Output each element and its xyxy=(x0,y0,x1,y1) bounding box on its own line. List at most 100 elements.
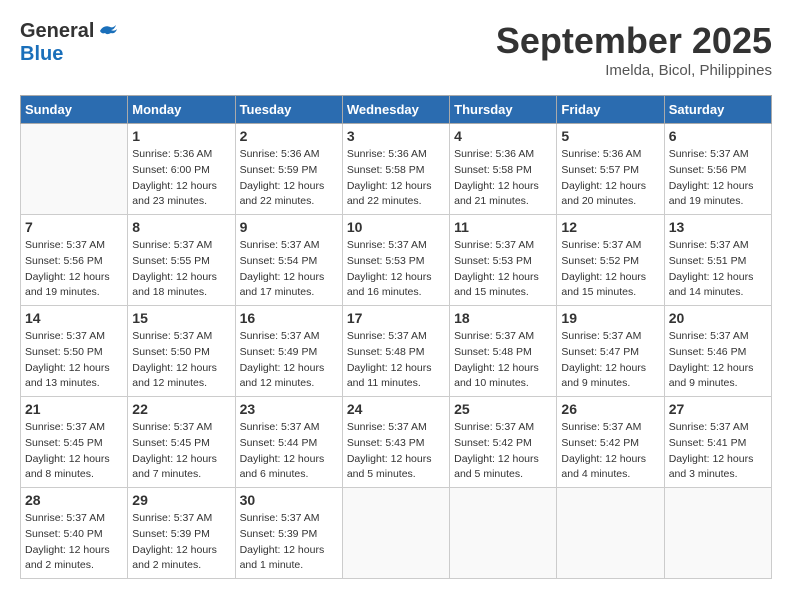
day-info: Sunrise: 5:37 AM Sunset: 5:56 PM Dayligh… xyxy=(669,147,767,210)
day-number: 18 xyxy=(454,310,552,326)
day-number: 2 xyxy=(240,128,338,144)
day-cell: 18 Sunrise: 5:37 AM Sunset: 5:48 PM Dayli… xyxy=(450,306,557,397)
day-number: 29 xyxy=(132,492,230,508)
logo: General Blue xyxy=(20,20,120,66)
week-row-3: 14 Sunrise: 5:37 AM Sunset: 5:50 PM Dayli… xyxy=(21,306,772,397)
column-header-friday: Friday xyxy=(557,96,664,124)
day-number: 30 xyxy=(240,492,338,508)
day-info: Sunrise: 5:37 AM Sunset: 5:53 PM Dayligh… xyxy=(347,238,445,301)
day-number: 16 xyxy=(240,310,338,326)
day-cell xyxy=(450,488,557,579)
day-info: Sunrise: 5:37 AM Sunset: 5:39 PM Dayligh… xyxy=(132,511,230,574)
day-number: 6 xyxy=(669,128,767,144)
column-header-saturday: Saturday xyxy=(664,96,771,124)
week-row-4: 21 Sunrise: 5:37 AM Sunset: 5:45 PM Dayli… xyxy=(21,397,772,488)
day-cell: 8Sunrise: 5:37 AM Sunset: 5:55 PM Daylig… xyxy=(128,215,235,306)
day-cell: 11 Sunrise: 5:37 AM Sunset: 5:53 PM Dayli… xyxy=(450,215,557,306)
logo-bird-icon xyxy=(98,21,120,39)
day-cell: 30 Sunrise: 5:37 AM Sunset: 5:39 PM Dayli… xyxy=(235,488,342,579)
location: Imelda, Bicol, Philippines xyxy=(496,62,772,79)
column-header-tuesday: Tuesday xyxy=(235,96,342,124)
day-info: Sunrise: 5:37 AM Sunset: 5:43 PM Dayligh… xyxy=(347,420,445,483)
day-number: 28 xyxy=(25,492,123,508)
day-number: 20 xyxy=(669,310,767,326)
day-cell: 25 Sunrise: 5:37 AM Sunset: 5:42 PM Dayli… xyxy=(450,397,557,488)
day-cell: 6 Sunrise: 5:37 AM Sunset: 5:56 PM Daylig… xyxy=(664,124,771,215)
day-cell: 21Sunrise: 5:37 AM Sunset: 5:45 PM Dayli… xyxy=(21,397,128,488)
day-info: Sunrise: 5:36 AM Sunset: 5:59 PM Dayligh… xyxy=(240,147,338,210)
week-row-5: 28 Sunrise: 5:37 AM Sunset: 5:40 PM Dayli… xyxy=(21,488,772,579)
day-number: 7 xyxy=(25,219,123,235)
day-cell: 3 Sunrise: 5:36 AM Sunset: 5:58 PM Daylig… xyxy=(342,124,449,215)
month-title: September 2025 xyxy=(496,20,772,62)
day-cell: 20Sunrise: 5:37 AM Sunset: 5:46 PM Dayli… xyxy=(664,306,771,397)
page-header: General Blue September 2025 Imelda, Bico… xyxy=(20,20,772,79)
day-number: 17 xyxy=(347,310,445,326)
day-number: 10 xyxy=(347,219,445,235)
day-cell xyxy=(21,124,128,215)
day-info: Sunrise: 5:37 AM Sunset: 5:55 PM Dayligh… xyxy=(132,238,230,301)
day-cell xyxy=(557,488,664,579)
day-number: 9 xyxy=(240,219,338,235)
calendar-header-row: SundayMondayTuesdayWednesdayThursdayFrid… xyxy=(21,96,772,124)
day-number: 21 xyxy=(25,401,123,417)
column-header-thursday: Thursday xyxy=(450,96,557,124)
day-info: Sunrise: 5:37 AM Sunset: 5:48 PM Dayligh… xyxy=(347,329,445,392)
calendar-table: SundayMondayTuesdayWednesdayThursdayFrid… xyxy=(20,95,772,579)
day-number: 24 xyxy=(347,401,445,417)
day-info: Sunrise: 5:37 AM Sunset: 5:41 PM Dayligh… xyxy=(669,420,767,483)
day-info: Sunrise: 5:37 AM Sunset: 5:44 PM Dayligh… xyxy=(240,420,338,483)
day-info: Sunrise: 5:37 AM Sunset: 5:42 PM Dayligh… xyxy=(454,420,552,483)
logo-blue-text: Blue xyxy=(20,43,63,66)
day-number: 3 xyxy=(347,128,445,144)
logo-general-text: General xyxy=(20,20,94,43)
day-number: 27 xyxy=(669,401,767,417)
day-info: Sunrise: 5:36 AM Sunset: 5:58 PM Dayligh… xyxy=(347,147,445,210)
day-number: 19 xyxy=(561,310,659,326)
day-number: 25 xyxy=(454,401,552,417)
week-row-2: 7 Sunrise: 5:37 AM Sunset: 5:56 PM Daylig… xyxy=(21,215,772,306)
day-info: Sunrise: 5:37 AM Sunset: 5:50 PM Dayligh… xyxy=(25,329,123,392)
day-cell: 1Sunrise: 5:36 AM Sunset: 6:00 PM Daylig… xyxy=(128,124,235,215)
day-number: 11 xyxy=(454,219,552,235)
day-number: 13 xyxy=(669,219,767,235)
day-cell: 7 Sunrise: 5:37 AM Sunset: 5:56 PM Daylig… xyxy=(21,215,128,306)
day-cell: 28 Sunrise: 5:37 AM Sunset: 5:40 PM Dayli… xyxy=(21,488,128,579)
day-info: Sunrise: 5:37 AM Sunset: 5:48 PM Dayligh… xyxy=(454,329,552,392)
day-cell: 23 Sunrise: 5:37 AM Sunset: 5:44 PM Dayli… xyxy=(235,397,342,488)
day-cell xyxy=(664,488,771,579)
day-info: Sunrise: 5:37 AM Sunset: 5:51 PM Dayligh… xyxy=(669,238,767,301)
day-info: Sunrise: 5:37 AM Sunset: 5:39 PM Dayligh… xyxy=(240,511,338,574)
column-header-monday: Monday xyxy=(128,96,235,124)
day-cell: 14 Sunrise: 5:37 AM Sunset: 5:50 PM Dayli… xyxy=(21,306,128,397)
column-header-sunday: Sunday xyxy=(21,96,128,124)
day-cell: 22 Sunrise: 5:37 AM Sunset: 5:45 PM Dayli… xyxy=(128,397,235,488)
day-info: Sunrise: 5:37 AM Sunset: 5:40 PM Dayligh… xyxy=(25,511,123,574)
day-cell: 26 Sunrise: 5:37 AM Sunset: 5:42 PM Dayli… xyxy=(557,397,664,488)
day-cell: 4Sunrise: 5:36 AM Sunset: 5:58 PM Daylig… xyxy=(450,124,557,215)
day-number: 15 xyxy=(132,310,230,326)
day-number: 23 xyxy=(240,401,338,417)
week-row-1: 1Sunrise: 5:36 AM Sunset: 6:00 PM Daylig… xyxy=(21,124,772,215)
day-info: Sunrise: 5:37 AM Sunset: 5:54 PM Dayligh… xyxy=(240,238,338,301)
column-header-wednesday: Wednesday xyxy=(342,96,449,124)
day-cell: 2 Sunrise: 5:36 AM Sunset: 5:59 PM Daylig… xyxy=(235,124,342,215)
day-number: 1 xyxy=(132,128,230,144)
day-cell: 16 Sunrise: 5:37 AM Sunset: 5:49 PM Dayli… xyxy=(235,306,342,397)
day-info: Sunrise: 5:37 AM Sunset: 5:45 PM Dayligh… xyxy=(132,420,230,483)
day-cell: 10 Sunrise: 5:37 AM Sunset: 5:53 PM Dayli… xyxy=(342,215,449,306)
day-number: 26 xyxy=(561,401,659,417)
day-cell: 19Sunrise: 5:37 AM Sunset: 5:47 PM Dayli… xyxy=(557,306,664,397)
day-cell: 29 Sunrise: 5:37 AM Sunset: 5:39 PM Dayli… xyxy=(128,488,235,579)
day-cell: 9 Sunrise: 5:37 AM Sunset: 5:54 PM Daylig… xyxy=(235,215,342,306)
day-number: 14 xyxy=(25,310,123,326)
day-info: Sunrise: 5:37 AM Sunset: 5:42 PM Dayligh… xyxy=(561,420,659,483)
day-cell: 15Sunrise: 5:37 AM Sunset: 5:50 PM Dayli… xyxy=(128,306,235,397)
day-info: Sunrise: 5:37 AM Sunset: 5:53 PM Dayligh… xyxy=(454,238,552,301)
day-info: Sunrise: 5:37 AM Sunset: 5:56 PM Dayligh… xyxy=(25,238,123,301)
day-cell xyxy=(342,488,449,579)
day-number: 22 xyxy=(132,401,230,417)
day-number: 4 xyxy=(454,128,552,144)
day-cell: 27 Sunrise: 5:37 AM Sunset: 5:41 PM Dayli… xyxy=(664,397,771,488)
day-info: Sunrise: 5:37 AM Sunset: 5:49 PM Dayligh… xyxy=(240,329,338,392)
